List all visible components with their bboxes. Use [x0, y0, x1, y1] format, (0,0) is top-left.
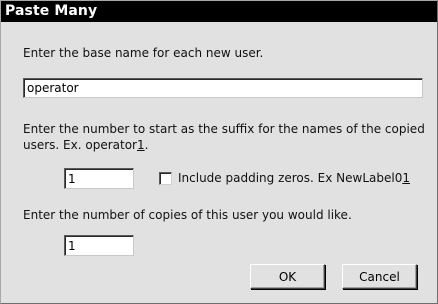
title-bar[interactable]: Paste Many: [1, 1, 437, 22]
dialog-title: Paste Many: [5, 3, 98, 19]
copies-prompt: Enter the number of copies of this user …: [23, 208, 352, 222]
base-name-prompt: Enter the base name for each new user.: [23, 46, 264, 60]
padding-zeros-checkbox[interactable]: [159, 172, 172, 185]
suffix-prompt-line1: Enter the number to start as the suffix …: [23, 122, 425, 136]
padding-zeros-label[interactable]: Include padding zeros. Ex NewLabel01: [178, 170, 410, 186]
ok-button[interactable]: OK: [250, 264, 325, 289]
suffix-prompt-text: users. Ex. operator: [23, 138, 137, 152]
suffix-example-digit: 1: [136, 138, 145, 152]
paste-many-dialog: Paste Many Enter the base name for each …: [0, 0, 438, 304]
suffix-prompt-line2: users. Ex. operator1.: [23, 137, 148, 153]
copies-count-input[interactable]: [64, 235, 134, 256]
padding-example-digit: 1: [402, 171, 410, 185]
padding-zeros-text: Include padding zeros. Ex NewLabel0: [178, 171, 403, 185]
suffix-start-input[interactable]: [64, 168, 134, 189]
suffix-prompt-period: .: [144, 138, 149, 152]
base-name-input[interactable]: [23, 78, 423, 98]
cancel-button[interactable]: Cancel: [342, 264, 417, 289]
